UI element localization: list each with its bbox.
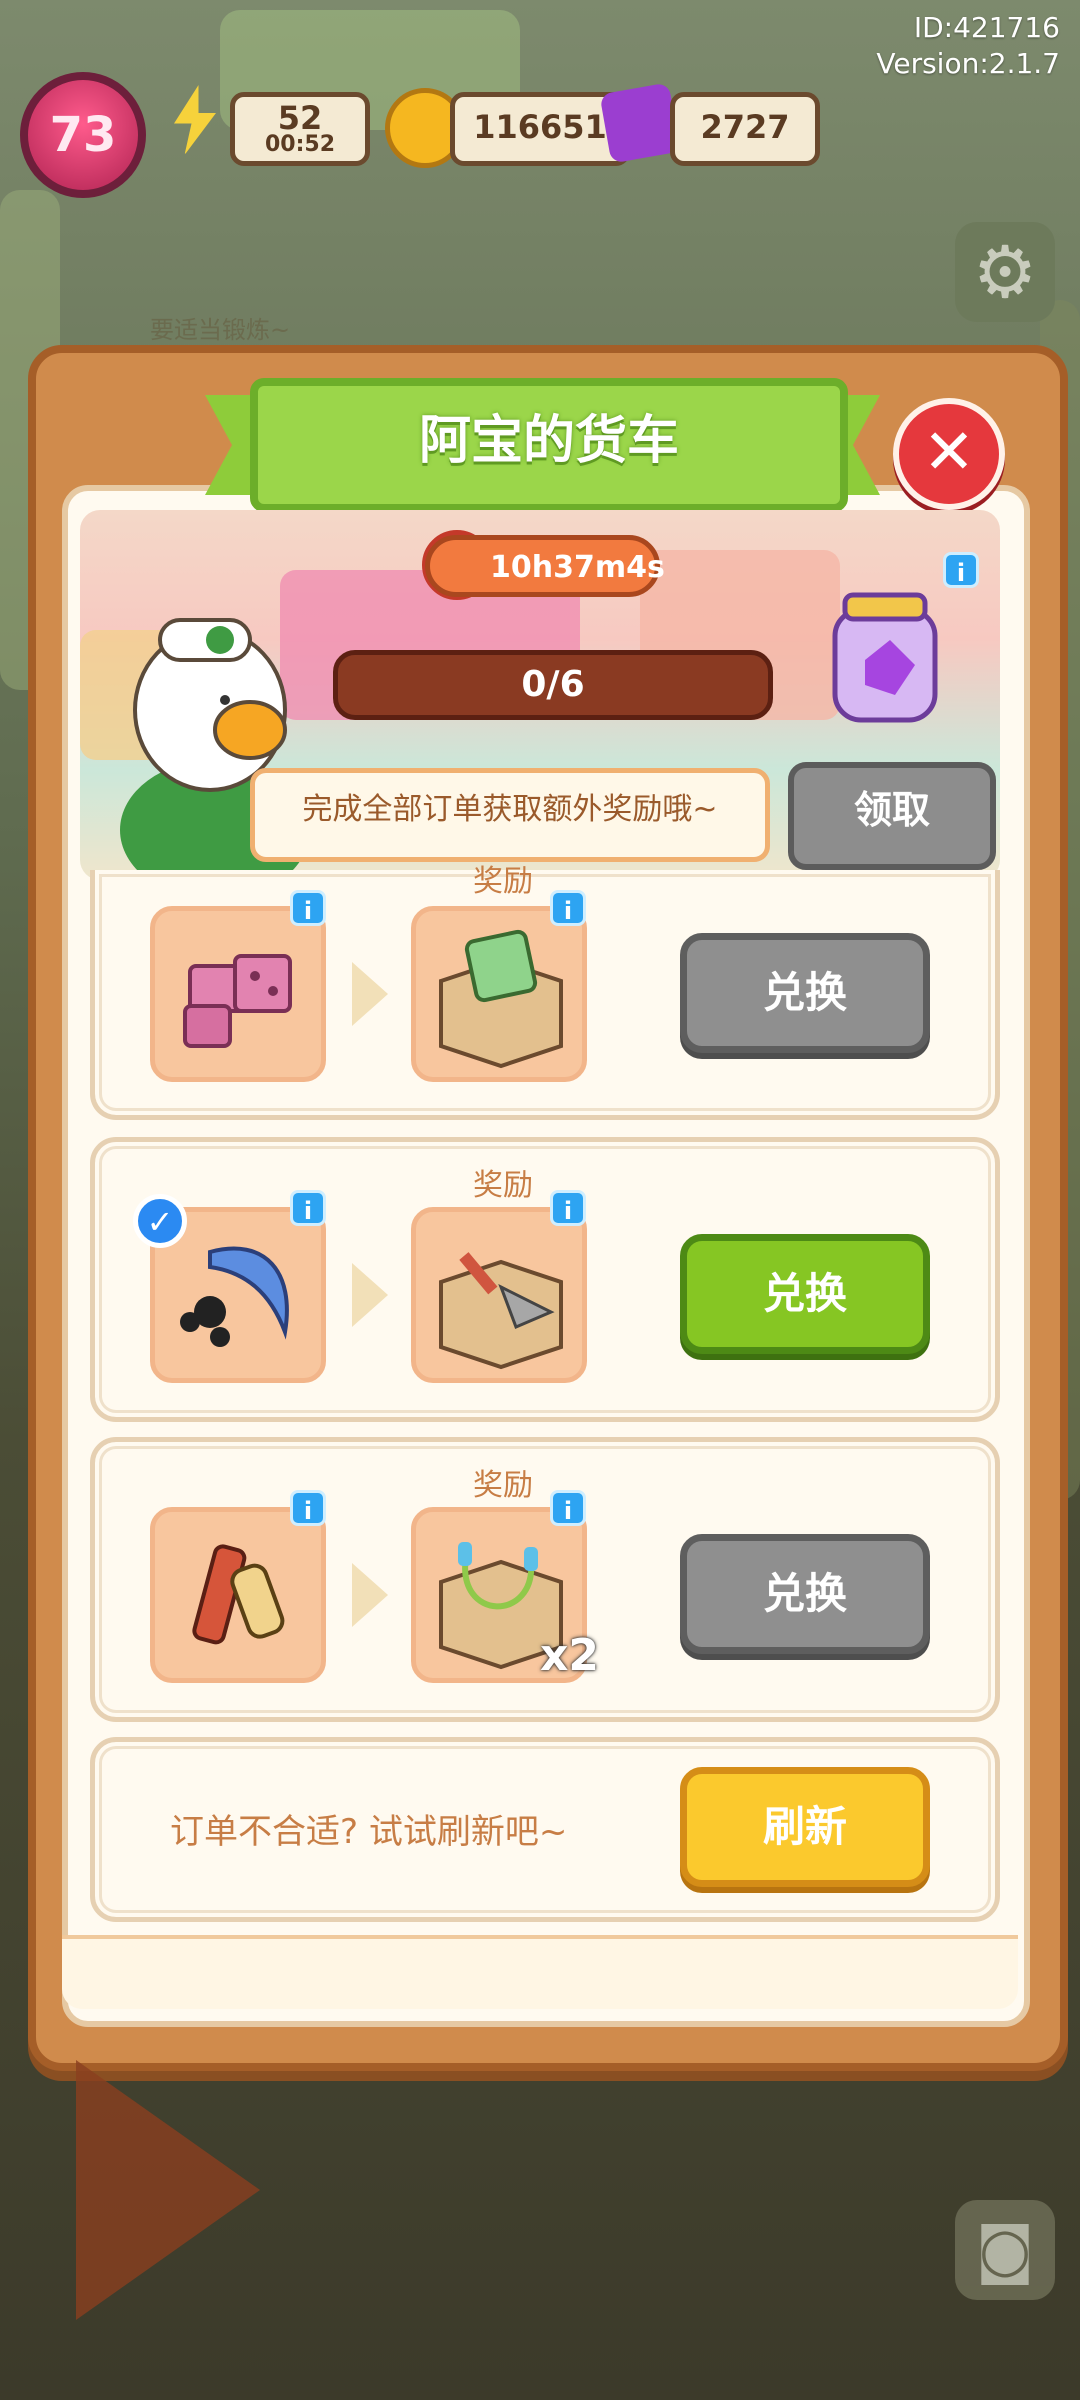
speech-bubble: 完成全部订单获取额外奖励哦~ — [250, 768, 770, 862]
level-badge[interactable]: 73 — [20, 72, 146, 198]
cart-timer: 10h37m4s — [425, 535, 665, 597]
pink-bricks-icon — [183, 954, 292, 1048]
gem-icon — [599, 82, 681, 164]
energy-timer: 00:52 — [264, 132, 336, 157]
refresh-hint-text: 订单不合适? 试试刷新吧~ — [170, 1812, 568, 1852]
reward-label: 奖励 — [473, 1468, 533, 1503]
settings-gear-icon[interactable]: ⚙ — [955, 222, 1055, 322]
info-icon[interactable]: i — [550, 890, 586, 926]
modal-title: 阿宝的货车 — [418, 411, 679, 471]
info-icon[interactable]: i — [290, 890, 326, 926]
info-icon[interactable]: i — [550, 1190, 586, 1226]
reward-item-slot[interactable] — [411, 1207, 587, 1383]
order-item-slot[interactable] — [150, 906, 326, 1082]
info-icon[interactable]: i — [290, 1190, 326, 1226]
reward-label: 奖励 — [473, 1168, 533, 1203]
exchange-button[interactable]: 兑换 — [680, 1234, 930, 1354]
exchange-button[interactable]: 兑换 — [680, 933, 930, 1053]
energy-counter[interactable]: 52 00:52 — [230, 92, 370, 166]
reward-label: 奖励 — [473, 864, 533, 899]
title-ribbon: 阿宝的货车 — [250, 378, 848, 512]
arrow-icon — [352, 1563, 388, 1627]
order-card: 奖励 x2 i i 兑换 — [90, 1437, 1000, 1722]
order-progress-bar: 0/6 — [333, 650, 773, 720]
panel-bottom-edge — [62, 1935, 1018, 2009]
background-hint-text: 要适当锻炼~ — [150, 316, 291, 344]
order-item-slot[interactable] — [150, 1507, 326, 1683]
level-value: 73 — [49, 107, 117, 163]
info-icon[interactable]: i — [290, 1490, 326, 1526]
version-info: ID:421716 Version:2.1.7 — [876, 10, 1060, 82]
chick-card-box-icon — [439, 929, 563, 1069]
info-icon[interactable]: i — [550, 1490, 586, 1526]
refresh-button[interactable]: 刷新 — [680, 1767, 930, 1887]
order-card: 奖励 ✓ i i 兑换 — [90, 1137, 1000, 1422]
reward-quantity: x2 — [540, 1630, 599, 1681]
close-button[interactable]: ✕ — [893, 398, 1005, 510]
gem-jar-reward-icon — [832, 592, 938, 723]
check-icon: ✓ — [133, 1194, 187, 1248]
refresh-card: 订单不合适? 试试刷新吧~ 刷新 — [90, 1737, 1000, 1922]
order-card: 奖励 i i 兑换 — [90, 864, 1000, 1120]
keys-icon — [192, 1544, 285, 1645]
lightning-action-icon[interactable] — [76, 2060, 260, 2320]
gem-counter[interactable]: 2727 — [670, 92, 820, 166]
reward-item-slot[interactable] — [411, 906, 587, 1082]
claim-button[interactable]: 领取 — [788, 762, 996, 870]
arrow-icon — [352, 1263, 388, 1327]
exchange-button[interactable]: 兑换 — [680, 1534, 930, 1654]
energy-value: 52 — [277, 99, 323, 137]
camera-icon[interactable]: ◙ — [955, 2200, 1055, 2300]
player-id: ID:421716 — [913, 11, 1060, 44]
trowel-box-icon — [439, 1252, 563, 1370]
info-icon[interactable]: i — [943, 552, 979, 588]
order-progress-text: 0/6 — [521, 664, 585, 705]
close-icon: ✕ — [923, 415, 975, 488]
version-label: Version:2.1.7 — [876, 47, 1060, 80]
arrow-icon — [352, 962, 388, 1026]
